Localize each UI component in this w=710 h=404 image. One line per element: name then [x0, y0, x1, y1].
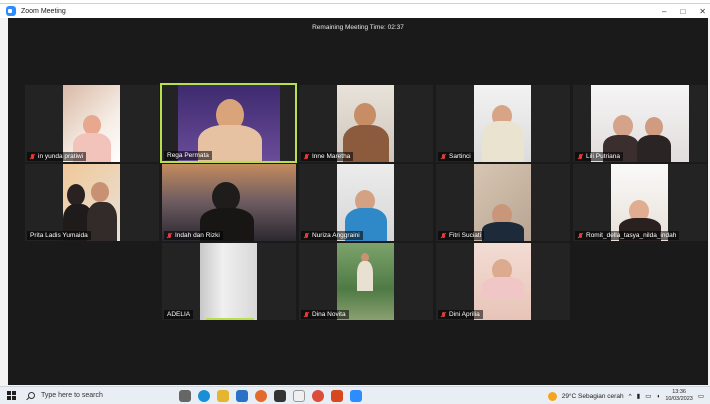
taskbar-search-box[interactable]: Type here to search [22, 389, 167, 403]
firefox-icon[interactable] [255, 389, 267, 402]
search-icon [28, 392, 35, 399]
zoom-icon[interactable] [350, 389, 362, 402]
participant-video [337, 164, 394, 241]
task-view-icon[interactable] [179, 389, 191, 402]
battery-icon[interactable]: ▮ [637, 392, 641, 400]
participant-tile[interactable]: Dina Novita [299, 243, 433, 320]
maximize-button[interactable]: □ [680, 7, 685, 16]
participant-name: Dini Aprilia [438, 310, 483, 319]
participant-name: Dina Novita [301, 310, 349, 319]
audio-indicator [206, 318, 254, 320]
zoom-logo-icon [6, 6, 16, 16]
mail-icon[interactable] [236, 389, 248, 402]
participant-name: Nuriza Anggraini [301, 231, 363, 240]
participant-video [474, 164, 531, 241]
participant-name: Indah dan Rizki [164, 231, 223, 240]
participant-tile[interactable]: Inne Maretha [299, 85, 433, 162]
mic-muted-icon [578, 153, 583, 160]
office-icon[interactable] [331, 389, 343, 402]
participant-video [63, 85, 120, 162]
participant-video [474, 85, 531, 162]
participant-video [63, 164, 120, 241]
window-title: Zoom Meeting [21, 7, 66, 15]
mic-muted-icon [30, 153, 35, 160]
mic-muted-icon [441, 153, 446, 160]
weather-icon [547, 391, 557, 401]
participant-name: Fitri Suciati [438, 231, 485, 240]
participant-video [337, 243, 394, 320]
participant-name: Rega Permata [164, 151, 212, 160]
mic-muted-icon [578, 232, 583, 239]
participant-tile[interactable]: in yunda pratiwi [25, 85, 159, 162]
minimize-button[interactable]: – [662, 7, 666, 16]
mic-muted-icon [304, 153, 309, 160]
participant-video [611, 164, 668, 241]
participant-video [200, 243, 257, 320]
network-icon[interactable]: ▭ [645, 392, 651, 400]
edge-icon[interactable] [198, 389, 210, 402]
mic-muted-icon [167, 232, 172, 239]
chevron-up-icon[interactable]: ^ [629, 393, 632, 400]
window-titlebar: Zoom Meeting – □ ✕ [0, 4, 710, 18]
participant-name: Prita Ladis Yumaida [27, 231, 91, 240]
participant-video [162, 164, 296, 241]
participant-video [474, 243, 531, 320]
participant-tile[interactable]: Sartinci [436, 85, 570, 162]
chrome-icon[interactable] [312, 389, 324, 402]
taskbar-clock[interactable]: 13:36 10/03/2023 [665, 389, 693, 403]
file-explorer-icon[interactable] [217, 389, 229, 402]
mic-muted-icon [441, 232, 446, 239]
participant-name: ADELIA [164, 310, 194, 319]
participant-name: Lili Putriana [575, 152, 623, 161]
notification-icon[interactable]: ▭ [698, 392, 704, 400]
amazon-icon[interactable] [293, 389, 305, 402]
participant-name: in yunda pratiwi [27, 152, 87, 161]
participant-tile[interactable]: Nuriza Anggraini [299, 164, 433, 241]
windows-taskbar: Type here to search 29°C Sebagian cerah … [0, 386, 710, 404]
taskbar-apps [179, 389, 362, 402]
start-button[interactable] [0, 387, 22, 404]
mic-muted-icon [304, 232, 309, 239]
participant-video [591, 85, 689, 162]
participant-video [337, 85, 394, 162]
participant-tile[interactable]: Dini Aprilia [436, 243, 570, 320]
gallery-view: Remaining Meeting Time: 02:37 in yunda p… [8, 18, 708, 385]
mic-muted-icon [441, 311, 446, 318]
participant-video [178, 85, 280, 161]
participant-tile-active-speaker[interactable]: Rega Permata [160, 83, 297, 163]
participant-name: Romit_della_tasya_nilda_indah [575, 231, 680, 240]
clock-date: 10/03/2023 [665, 396, 693, 402]
clock-time: 13:36 [672, 389, 686, 395]
participant-tile[interactable]: Lili Putriana [573, 85, 707, 162]
remaining-meeting-time: Remaining Meeting Time: 02:37 [312, 24, 404, 31]
participant-name: Sartinci [438, 152, 474, 161]
weather-text[interactable]: 29°C Sebagian cerah [562, 393, 624, 400]
system-tray: 29°C Sebagian cerah ^ ▮ ▭ ◖ 13:36 10/03/… [547, 387, 704, 404]
participant-name: Inne Maretha [301, 152, 354, 161]
participant-tile[interactable]: Fitri Suciati [436, 164, 570, 241]
window-controls: – □ ✕ [662, 4, 706, 18]
close-button[interactable]: ✕ [699, 7, 706, 16]
participant-tile[interactable]: ADELIA [162, 243, 296, 320]
mic-muted-icon [304, 311, 309, 318]
screenshot-root: Zoom Meeting – □ ✕ Remaining Meeting Tim… [0, 0, 710, 404]
participant-tile[interactable]: Prita Ladis Yumaida [25, 164, 159, 241]
windows-logo-icon [6, 391, 16, 400]
dropbox-icon[interactable] [274, 389, 286, 402]
search-placeholder: Type here to search [41, 392, 103, 399]
volume-icon[interactable]: ◖ [656, 393, 660, 400]
participant-tile[interactable]: Indah dan Rizki [162, 164, 296, 241]
participant-tile[interactable]: Romit_della_tasya_nilda_indah [573, 164, 707, 241]
